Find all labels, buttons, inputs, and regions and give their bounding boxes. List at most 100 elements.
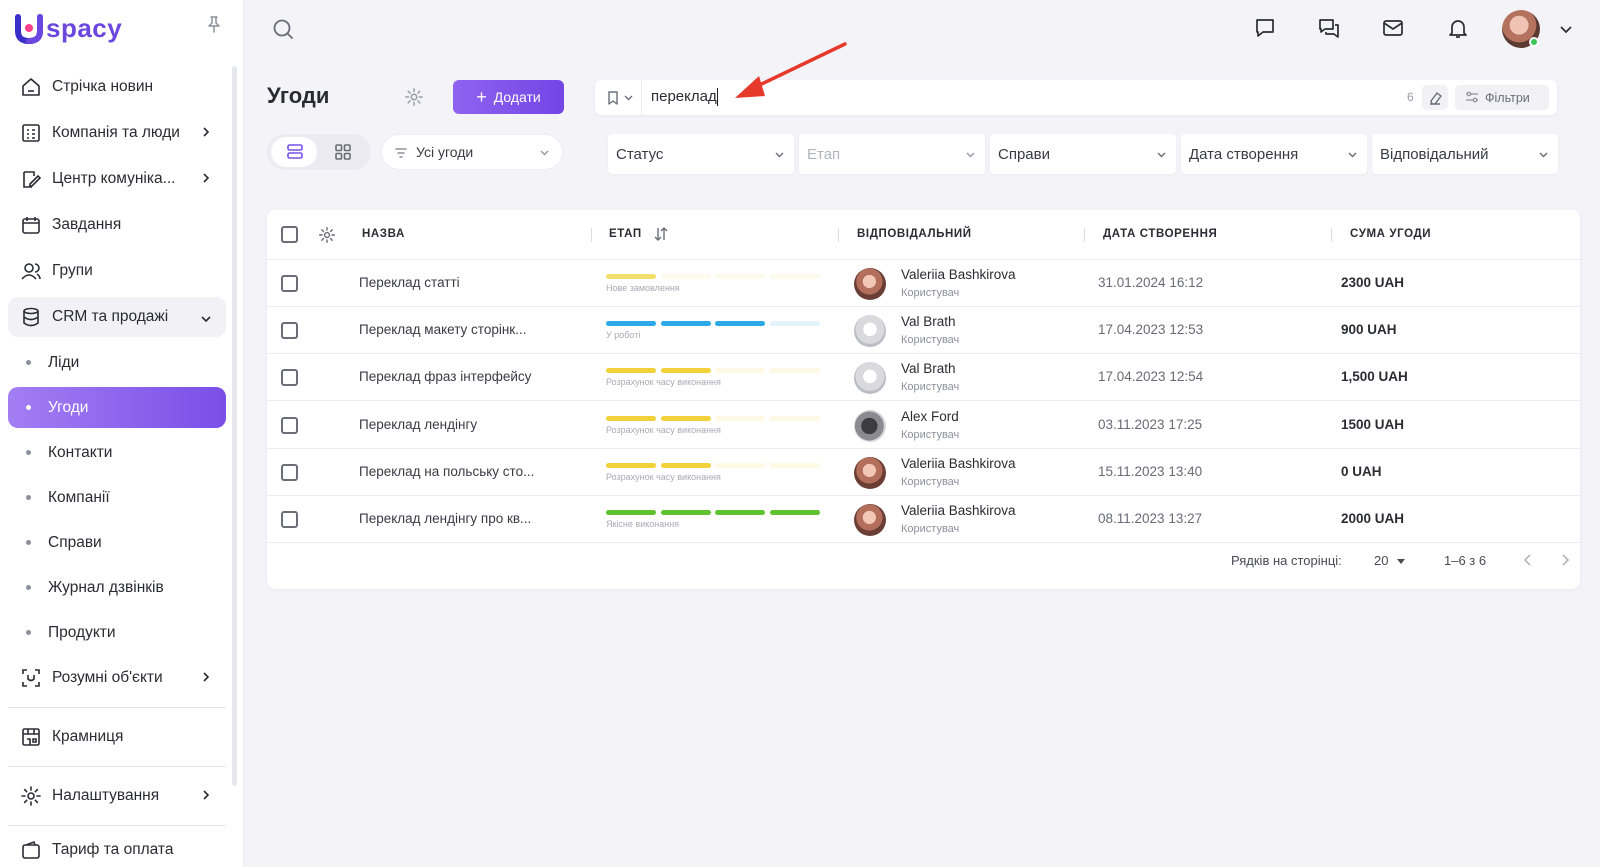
stage-filter-select[interactable]: Етап	[799, 134, 985, 174]
responsible-name[interactable]: Valeriia Bashkirova	[901, 456, 1016, 471]
select-all-checkbox[interactable]	[281, 226, 298, 243]
sidebar-item-smart-objects[interactable]: Розумні об'єкти	[8, 655, 226, 701]
chevron-right-icon[interactable]	[1558, 553, 1572, 567]
chevron-down-icon[interactable]	[1559, 22, 1573, 36]
row-checkbox[interactable]	[281, 511, 298, 528]
communication-icon	[23, 171, 42, 188]
add-deal-button[interactable]: + Додати	[453, 80, 564, 114]
sidebar-item-settings[interactable]: Налаштування	[8, 773, 226, 819]
annotation-arrow-icon	[735, 42, 847, 98]
cases-filter-select[interactable]: Справи	[990, 134, 1176, 174]
deal-name[interactable]: Переклад на польську сто...	[359, 464, 534, 479]
deal-name[interactable]: Переклад фраз інтерфейсу	[359, 369, 531, 384]
row-checkbox[interactable]	[281, 369, 298, 387]
sort-icon[interactable]	[653, 226, 669, 242]
sidebar-item-company[interactable]: Компанія та люди	[8, 110, 226, 156]
bullet	[26, 540, 31, 545]
sidebar-subitem-cases[interactable]: Справи	[8, 520, 226, 565]
responsible-filter-select[interactable]: Відповідальний	[1372, 134, 1558, 174]
chevron-left-icon[interactable]	[1521, 553, 1535, 567]
deal-name[interactable]: Переклад лендінгу	[359, 417, 477, 432]
chevron-down-icon[interactable]	[623, 92, 634, 103]
responsible-name[interactable]: Alex Ford	[901, 409, 959, 424]
table-row[interactable]: Переклад лендінгу про кв... Якісне викона…	[267, 496, 1580, 543]
chevron-right-icon	[203, 790, 210, 800]
column-header-sum[interactable]: СУМА УГОДИ	[1350, 228, 1431, 240]
avatar[interactable]	[854, 362, 886, 395]
clear-search-button[interactable]	[1422, 85, 1448, 110]
smart-objects-icon	[22, 669, 40, 687]
sidebar-subitem-companies[interactable]: Компанії	[8, 475, 226, 520]
grid-view-icon[interactable]	[334, 143, 352, 161]
column-header-responsible[interactable]: ВІДПОВІДАЛЬНИЙ	[857, 228, 972, 240]
sidebar-scrollbar[interactable]	[232, 66, 237, 786]
bullet	[26, 495, 31, 500]
responsible-name[interactable]: Val Brath	[901, 314, 956, 329]
pin-icon[interactable]	[204, 14, 224, 34]
avatar[interactable]	[854, 409, 886, 442]
avatar[interactable]	[854, 315, 886, 348]
column-header-created-date[interactable]: ДАТА СТВОРЕННЯ	[1103, 228, 1217, 240]
filter-icon	[395, 148, 407, 158]
deal-name[interactable]: Переклад макету сторінк...	[359, 322, 526, 337]
deal-name[interactable]: Переклад лендінгу про кв...	[359, 511, 531, 526]
app-logo[interactable]: spacy	[14, 10, 122, 46]
created-date-filter-select[interactable]: Дата створення	[1181, 134, 1367, 174]
responsible-name[interactable]: Valeriia Bashkirova	[901, 267, 1016, 282]
sidebar-subitem-products[interactable]: Продукти	[8, 610, 226, 655]
sidebar-subitem-leads[interactable]: Ліди	[8, 340, 226, 385]
sidebar-item-groups[interactable]: Групи	[8, 248, 226, 294]
divider	[641, 80, 642, 115]
deal-name[interactable]: Переклад статті	[359, 275, 460, 290]
sidebar-item-communication[interactable]: Центр комуніка...	[8, 156, 226, 202]
sidebar-subitem-contacts[interactable]: Контакти	[8, 430, 226, 475]
avatar[interactable]	[854, 456, 886, 489]
responsible-name[interactable]: Val Brath	[901, 361, 956, 376]
stage-filter-label: Етап	[807, 145, 841, 163]
column-header-name[interactable]: НАЗВА	[362, 228, 405, 240]
row-checkbox[interactable]	[281, 275, 298, 292]
bullet	[26, 360, 31, 365]
avatar[interactable]	[854, 504, 886, 536]
table-row[interactable]: Переклад лендінгу Розрахунок часу виконан…	[267, 402, 1580, 449]
mail-icon[interactable]	[1381, 16, 1405, 40]
bell-icon[interactable]	[1446, 16, 1470, 40]
created-date: 03.11.2023 17:25	[1098, 416, 1203, 432]
table-row[interactable]: Переклад на польську сто... Розрахунок ча…	[267, 449, 1580, 496]
bookmark-icon[interactable]	[605, 90, 621, 106]
messages-icon[interactable]	[1317, 16, 1341, 40]
chevron-down-icon	[1539, 152, 1548, 158]
stage-label: У роботі	[606, 330, 641, 341]
sidebar-item-billing[interactable]: Тариф та оплата	[8, 832, 226, 867]
sidebar-item-tasks[interactable]: Завдання	[8, 202, 226, 248]
sidebar-subitem-deals[interactable]: Угоди	[8, 387, 226, 428]
chat-icon[interactable]	[1253, 16, 1277, 40]
sidebar-item-crm[interactable]: CRM та продажі	[8, 297, 226, 337]
table-row[interactable]: Переклад статті Нове замовлення Valeriia B…	[267, 260, 1580, 307]
filters-button[interactable]: Фільтри	[1455, 85, 1549, 110]
row-checkbox[interactable]	[281, 322, 298, 340]
table-row[interactable]: Переклад макету сторінк... У роботі Val Br…	[267, 307, 1580, 355]
sidebar-item-label: Стрічка новин	[52, 78, 154, 95]
sidebar-subitem-call-log[interactable]: Журнал дзвінків	[8, 565, 226, 610]
status-filter-select[interactable]: Статус	[608, 134, 794, 174]
avatar[interactable]	[854, 268, 886, 300]
store-icon	[22, 728, 40, 746]
sidebar-item-store[interactable]: Крамниця	[8, 714, 226, 760]
deals-scope-select[interactable]: Усі угоди	[381, 134, 563, 170]
sidebar-item-news[interactable]: Стрічка новин	[8, 64, 226, 110]
column-header-stage[interactable]: ЕТАП	[609, 228, 642, 240]
search-result-count: 6	[1407, 90, 1414, 104]
row-checkbox[interactable]	[281, 463, 298, 481]
gear-icon[interactable]	[404, 87, 424, 107]
responsible-name[interactable]: Valeriia Bashkirova	[901, 503, 1016, 518]
page-title: Угоди	[267, 83, 330, 108]
table-row[interactable]: Переклад фраз інтерфейсу Розрахунок часу …	[267, 354, 1580, 402]
row-checkbox[interactable]	[281, 416, 298, 434]
column-separator	[838, 228, 839, 242]
rows-per-page-select[interactable]: 20	[1374, 553, 1388, 568]
gear-icon	[21, 786, 41, 806]
gear-icon[interactable]	[318, 226, 336, 244]
caret-down-icon[interactable]	[1397, 559, 1405, 564]
search-icon[interactable]	[272, 18, 294, 40]
